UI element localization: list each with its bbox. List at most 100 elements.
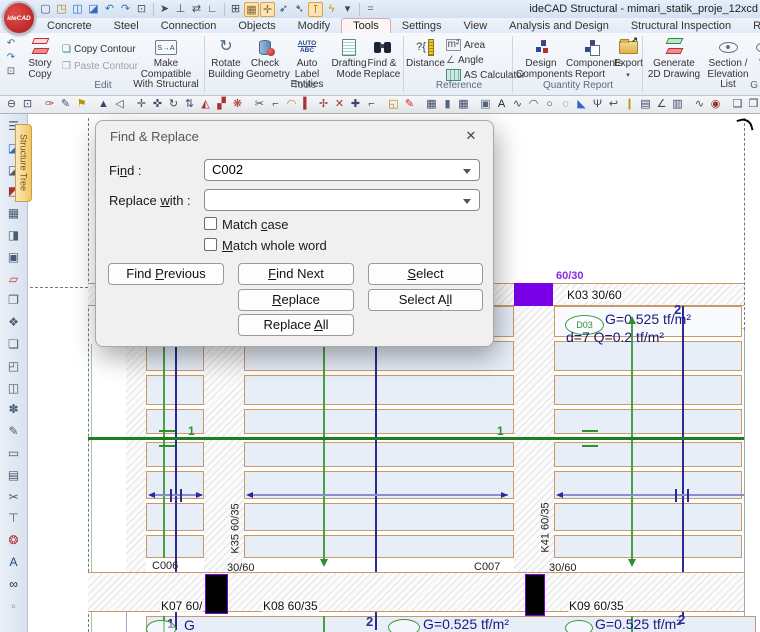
paste-contour-button[interactable]: ❐ Paste Contour [62, 59, 138, 73]
array-icon[interactable]: ❋ [230, 97, 245, 112]
select-all-button[interactable]: Select All [368, 289, 483, 311]
window-icon[interactable]: ◰ [5, 358, 22, 374]
select-arrow-icon[interactable]: ➤ [157, 2, 172, 17]
undo-icon[interactable]: ↶ [4, 37, 18, 50]
frame-icon[interactable]: ◱ [386, 97, 401, 112]
wave-icon[interactable]: ∿ [692, 97, 707, 112]
angle-snap-icon[interactable]: ∟ [205, 2, 220, 17]
snap-grid-icon[interactable]: ▦ [244, 2, 259, 17]
menu-tab-reports[interactable]: Reports [742, 19, 760, 33]
delete-icon[interactable]: ✕ [332, 97, 347, 112]
node-move-icon[interactable]: ✚ [348, 97, 363, 112]
components-report-button[interactable]: Components Report [566, 36, 614, 80]
corner-icon[interactable]: ⌐ [364, 97, 379, 112]
sheet-icon[interactable]: ▤ [5, 467, 22, 483]
check-geometry-button[interactable]: Check Geometry [246, 36, 284, 80]
structure-tree-tab[interactable]: Structure Tree [15, 124, 32, 202]
dropdown-icon[interactable]: ▾ [340, 2, 355, 17]
save-all-icon[interactable]: ◪ [86, 2, 101, 17]
pen-icon[interactable]: ✎ [58, 97, 73, 112]
ortho-icon[interactable]: ⊺ [308, 2, 323, 17]
calculator-icon[interactable]: ▮ [440, 97, 455, 112]
find-icon[interactable]: ∞ [5, 576, 22, 592]
page-grid-icon[interactable]: ❐ [746, 97, 760, 112]
find-previous-button[interactable]: Find Previous [108, 263, 224, 285]
match-whole-word-checkbox[interactable] [204, 238, 217, 251]
menu-tab-view[interactable]: View [453, 19, 499, 33]
move-copy-icon[interactable]: ✜ [150, 97, 165, 112]
grid-icon[interactable]: ▦ [456, 97, 471, 112]
area-button[interactable]: m² Area [446, 38, 485, 52]
rotate-building-button[interactable]: ↻ Rotate Building [208, 36, 244, 80]
rotate-icon[interactable]: ↻ [166, 97, 181, 112]
menu-tab-objects[interactable]: Objects [227, 19, 286, 33]
pen-icon[interactable]: ✎ [5, 423, 22, 439]
ruler-gold-icon[interactable]: ❙ [622, 97, 637, 112]
cascade-icon[interactable]: ◫ [5, 380, 22, 396]
scissors-icon[interactable]: ✂ [5, 489, 22, 505]
menu-tab-structural-inspection[interactable]: Structural Inspection [620, 19, 742, 33]
generate-2d-button[interactable]: Generate 2D Drawing [646, 36, 702, 80]
design-components-button[interactable]: Design Components [516, 36, 566, 80]
rectangle-icon[interactable]: ▭ [5, 445, 22, 461]
match-case-checkbox[interactable] [204, 217, 217, 230]
crosshair-snap-icon[interactable]: ✛ [260, 2, 275, 17]
stretch-icon[interactable]: ✢ [316, 97, 331, 112]
redo-icon[interactable]: ↷ [118, 2, 133, 17]
grid-pen-icon[interactable]: ⊞ [228, 2, 243, 17]
pen-red-icon[interactable]: ✑ [42, 97, 57, 112]
cloud-icon[interactable]: ◠ [284, 97, 299, 112]
axis-tool-icon[interactable]: ▲ [96, 97, 111, 112]
polygon-icon[interactable]: ◁ [112, 97, 127, 112]
arc-icon[interactable]: ◠ [526, 97, 541, 112]
menu-tab-settings[interactable]: Settings [391, 19, 453, 33]
clamp-icon[interactable]: ⊤ [5, 510, 22, 526]
page-icon[interactable]: ❏ [730, 97, 745, 112]
text-icon[interactable]: A [494, 97, 509, 112]
ellipse-icon[interactable]: ◌ [558, 97, 573, 112]
area-small-icon[interactable]: ▤ [638, 97, 653, 112]
export-button[interactable]: ➔ Export ▾ [614, 36, 642, 80]
find-replace-button[interactable]: Find & Replace [362, 36, 402, 80]
undo-small-icon[interactable]: ↩ [606, 97, 621, 112]
arrow-se-icon[interactable]: ➴ [292, 2, 307, 17]
open-icon[interactable]: ◳ [54, 2, 69, 17]
menu-tab-steel[interactable]: Steel [103, 19, 150, 33]
quick-mode-icon[interactable]: ϟ [324, 2, 339, 17]
save-icon[interactable]: ◫ [70, 2, 85, 17]
capture-icon[interactable]: ⊡ [134, 2, 149, 17]
zoom-window-icon[interactable]: ⊡ [20, 97, 35, 112]
find-input[interactable]: C002 [204, 159, 480, 181]
menu-tab-connection[interactable]: Connection [150, 19, 228, 33]
story-copy-button[interactable]: Story Copy [20, 36, 60, 80]
auto-label-button[interactable]: AUTOABC Auto Label Entities [284, 36, 330, 80]
chevron-down-icon[interactable] [463, 199, 471, 204]
copy-icon[interactable]: ❐ [5, 292, 22, 308]
mirror-v-icon[interactable]: ⇅ [182, 97, 197, 112]
frame-select-icon[interactable]: ❖ [5, 314, 22, 330]
arrow-ne-icon[interactable]: ➶ [276, 2, 291, 17]
menu-tab-concrete[interactable]: Concrete [36, 19, 103, 33]
color-wheel-icon[interactable]: ❂ [5, 532, 22, 548]
chevron-down-icon[interactable] [463, 169, 471, 174]
slope-icon[interactable]: ◣ [574, 97, 589, 112]
form-icon[interactable]: ▣ [5, 249, 22, 265]
section-elevation-button[interactable]: Section / Elevation List [702, 36, 754, 80]
panel-icon[interactable]: ◨ [5, 227, 22, 243]
zoom-out-icon[interactable]: ⊖ [4, 97, 19, 112]
make-compatible-button[interactable]: S→A Make Compatible With Structural [130, 36, 202, 80]
clipboard-icon[interactable]: ❏ [5, 336, 22, 352]
mini-icon[interactable]: ▫ [5, 598, 22, 614]
copy-contour-button[interactable]: ❏ Copy Contour [62, 42, 136, 56]
select-button[interactable]: Select [368, 263, 483, 285]
extend-icon[interactable]: ⌐ [268, 97, 283, 112]
auto-label-icon[interactable]: A [5, 554, 22, 570]
menu-tab-analysis-and-design[interactable]: Analysis and Design [498, 19, 620, 33]
replace-button[interactable]: Replace [238, 289, 354, 311]
nodes-icon[interactable]: Ψ [590, 97, 605, 112]
find-next-button[interactable]: Find Next [238, 263, 354, 285]
image-icon[interactable]: ▣ [478, 97, 493, 112]
perpendicular-snap-icon[interactable]: ⊥ [173, 2, 188, 17]
trim-icon[interactable]: ✂ [252, 97, 267, 112]
pen-red2-icon[interactable]: ✎ [402, 97, 417, 112]
